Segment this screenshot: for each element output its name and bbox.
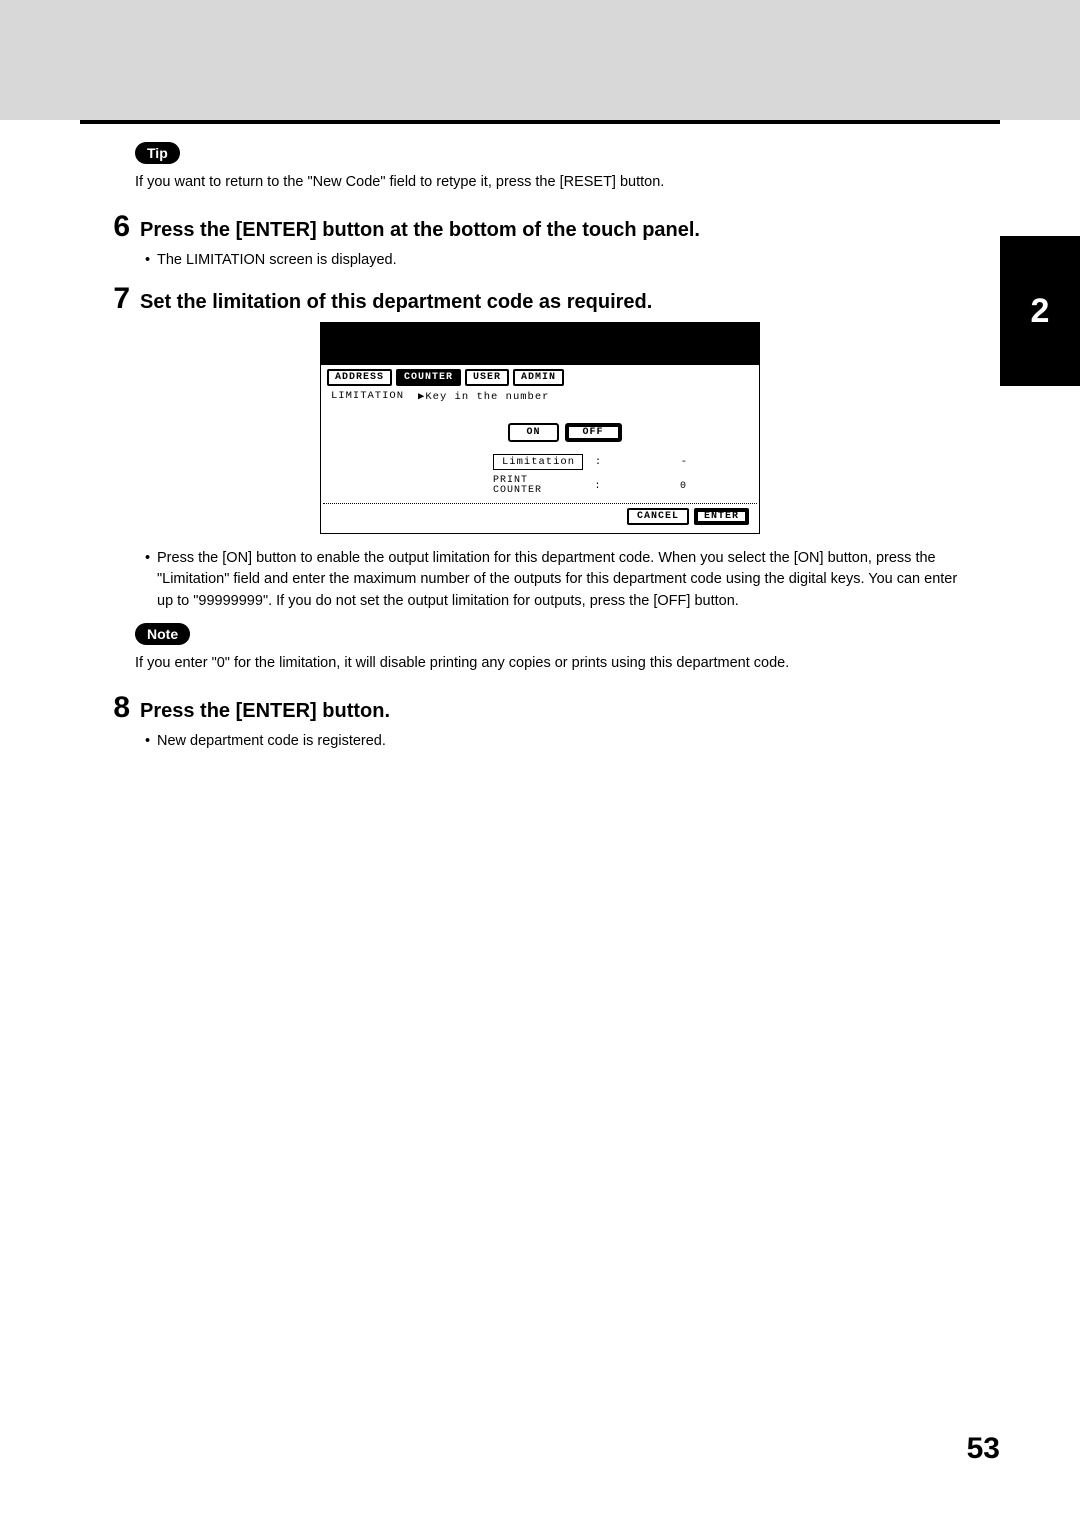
print-label-l1: PRINT xyxy=(493,475,528,486)
step-8-bullet: New department code is registered. xyxy=(145,731,960,753)
enter-button[interactable]: ENTER xyxy=(694,508,749,525)
step-number: 8 xyxy=(85,691,130,725)
page-number: 53 xyxy=(967,1432,1000,1466)
step-title: Set the limitation of this department co… xyxy=(140,289,652,315)
limitation-field[interactable]: Limitation xyxy=(493,454,583,470)
note-text: If you enter "0" for the limitation, it … xyxy=(135,653,960,675)
limitation-label: LIMITATION xyxy=(331,390,404,403)
chapter-side-tab: 2 xyxy=(1000,236,1080,386)
off-button[interactable]: OFF xyxy=(565,423,622,442)
step-title: Press the [ENTER] button. xyxy=(140,698,390,724)
step-6: 6 Press the [ENTER] button at the bottom… xyxy=(80,210,1000,244)
note-badge: Note xyxy=(135,623,190,645)
colon: : xyxy=(583,481,613,492)
colon: : xyxy=(583,456,613,468)
print-counter-value: 0 xyxy=(613,481,693,492)
tab-address[interactable]: ADDRESS xyxy=(327,369,392,386)
screen-topbar xyxy=(321,323,759,365)
step-number: 6 xyxy=(85,210,130,244)
step-7-bullet: Press the [ON] button to enable the outp… xyxy=(145,548,960,613)
screen-subheader: LIMITATION ▶Key in the number xyxy=(323,388,757,405)
step-8: 8 Press the [ENTER] button. xyxy=(80,691,1000,725)
section-divider xyxy=(80,120,1000,124)
tab-user[interactable]: USER xyxy=(465,369,509,386)
tip-badge: Tip xyxy=(135,142,180,164)
limitation-screen-figure: ADDRESS COUNTER USER ADMIN LIMITATION ▶K… xyxy=(320,322,760,534)
screen-tabs: ADDRESS COUNTER USER ADMIN xyxy=(323,367,757,388)
screen-body: ADDRESS COUNTER USER ADMIN LIMITATION ▶K… xyxy=(321,365,759,533)
tab-counter[interactable]: COUNTER xyxy=(396,369,461,386)
on-button[interactable]: ON xyxy=(508,423,558,442)
step-number: 7 xyxy=(85,282,130,316)
key-in-hint: ▶Key in the number xyxy=(418,390,549,403)
step-title: Press the [ENTER] button at the bottom o… xyxy=(140,217,700,243)
limitation-field-row: Limitation : - xyxy=(323,452,757,472)
step-6-bullet: The LIMITATION screen is displayed. xyxy=(145,250,960,272)
step-7: 7 Set the limitation of this department … xyxy=(80,282,1000,316)
screen-footer: CANCEL ENTER xyxy=(323,503,757,531)
tab-admin[interactable]: ADMIN xyxy=(513,369,564,386)
print-label-l2: COUNTER xyxy=(493,485,542,496)
print-counter-label: PRINT COUNTER xyxy=(493,476,583,497)
top-gray-bar xyxy=(0,0,1080,120)
tip-text: If you want to return to the "New Code" … xyxy=(135,172,960,194)
print-counter-row: PRINT COUNTER : 0 xyxy=(323,472,757,501)
content-area: Tip If you want to return to the "New Co… xyxy=(0,120,1080,752)
limitation-value: - xyxy=(613,456,693,468)
on-off-row: ON OFF xyxy=(323,423,757,442)
cancel-button[interactable]: CANCEL xyxy=(627,508,689,525)
